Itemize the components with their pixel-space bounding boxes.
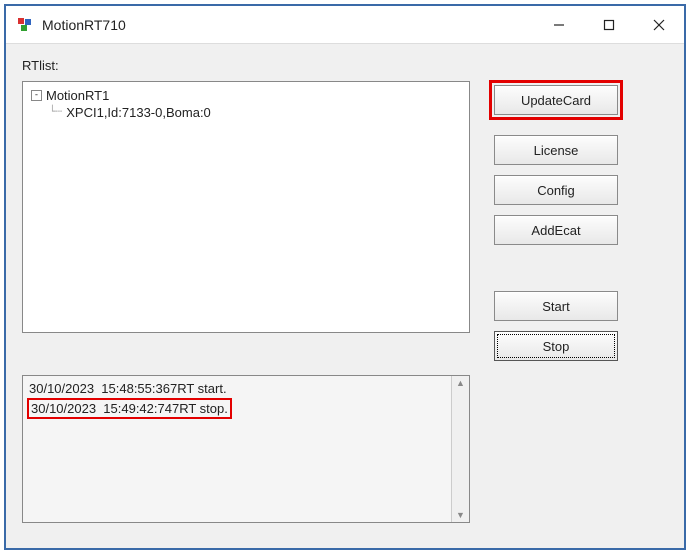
- window-controls: [534, 6, 684, 43]
- titlebar: MotionRT710: [6, 6, 684, 44]
- config-button[interactable]: Config: [494, 175, 618, 205]
- buttons-column: UpdateCard License Config AddEcat Start …: [494, 81, 618, 361]
- client-area: RTlist: - MotionRT1 └┄ XPCI1,Id:7133-0,B…: [6, 44, 684, 548]
- start-button[interactable]: Start: [494, 291, 618, 321]
- log-panel[interactable]: 30/10/2023 15:48:55:367RT start. 30/10/2…: [22, 375, 470, 523]
- rtlist-label: RTlist:: [22, 58, 668, 73]
- log-line: 30/10/2023 15:49:42:747RT stop.: [27, 398, 232, 420]
- scroll-down-icon[interactable]: ▼: [456, 510, 465, 520]
- tree-connector-icon: └┄: [49, 105, 62, 118]
- log-line: 30/10/2023 15:48:55:367RT start.: [29, 380, 463, 398]
- close-button[interactable]: [634, 6, 684, 43]
- minimize-button[interactable]: [534, 6, 584, 43]
- maximize-button[interactable]: [584, 6, 634, 43]
- tree-root-label: MotionRT1: [46, 88, 109, 103]
- main-window: MotionRT710 RTlist: - MotionRT: [6, 6, 684, 548]
- license-button[interactable]: License: [494, 135, 618, 165]
- tree-collapse-icon[interactable]: -: [31, 90, 42, 101]
- tree-panel[interactable]: - MotionRT1 └┄ XPCI1,Id:7133-0,Boma:0: [22, 81, 470, 333]
- highlight-log-stop: 30/10/2023 15:49:42:747RT stop.: [29, 398, 463, 420]
- tree-child-item[interactable]: └┄ XPCI1,Id:7133-0,Boma:0: [49, 105, 461, 120]
- stop-button[interactable]: Stop: [494, 331, 618, 361]
- scroll-up-icon[interactable]: ▲: [456, 378, 465, 388]
- updatecard-button[interactable]: UpdateCard: [494, 85, 618, 115]
- tree-child-label: XPCI1,Id:7133-0,Boma:0: [66, 105, 211, 120]
- tree-root-item[interactable]: - MotionRT1: [31, 88, 461, 103]
- window-title: MotionRT710: [42, 17, 534, 33]
- highlight-updatecard: UpdateCard: [489, 80, 623, 120]
- app-icon: [16, 16, 34, 34]
- log-scrollbar[interactable]: ▲ ▼: [451, 376, 469, 522]
- addecat-button[interactable]: AddEcat: [494, 215, 618, 245]
